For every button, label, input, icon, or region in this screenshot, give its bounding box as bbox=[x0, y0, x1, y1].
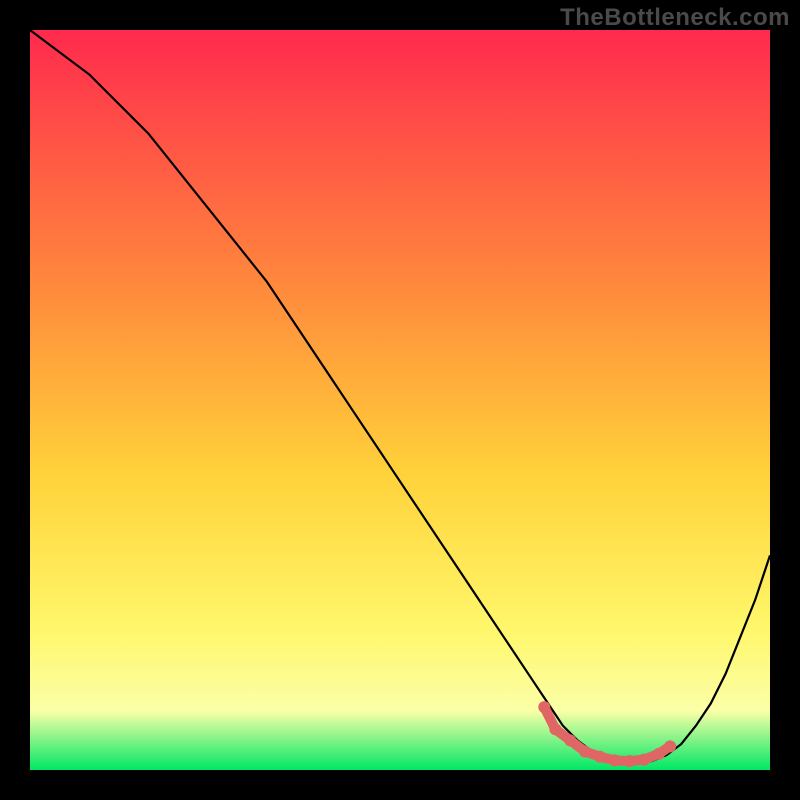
gradient-background bbox=[30, 30, 770, 770]
bottleneck-chart bbox=[30, 30, 770, 770]
plot-area bbox=[30, 30, 770, 770]
watermark-label: TheBottleneck.com bbox=[560, 4, 790, 32]
chart-frame: TheBottleneck.com bbox=[0, 0, 800, 800]
